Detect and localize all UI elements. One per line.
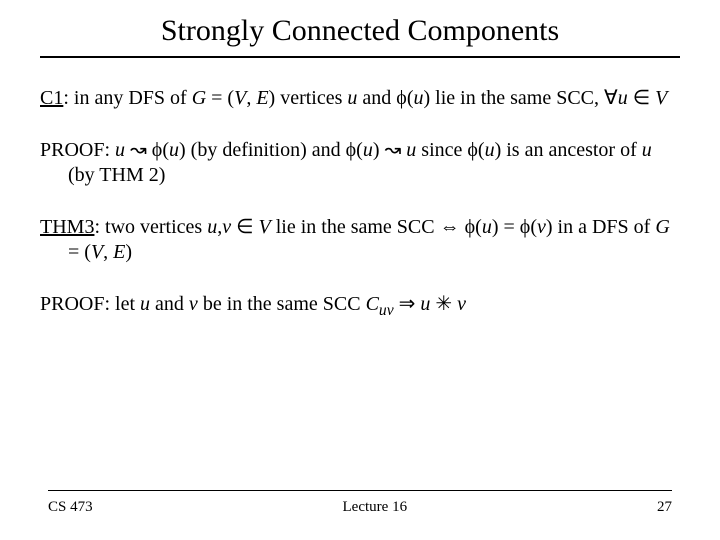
- text: and: [150, 293, 189, 315]
- text: (: [530, 216, 537, 238]
- text: PROOF:: [40, 139, 115, 161]
- in-icon: ∈: [231, 216, 258, 238]
- var-G: G: [655, 216, 669, 238]
- text: (: [475, 216, 482, 238]
- text: (: [356, 139, 363, 161]
- proof-1: PROOF: u ↝ ϕ(u) (by definition) and ϕ(u)…: [40, 138, 680, 189]
- in-icon: ∈: [628, 87, 655, 109]
- text: =: [499, 216, 520, 238]
- text: ) vertices: [269, 87, 348, 109]
- var-u: u: [413, 87, 423, 109]
- text: ) lie in the same SCC,: [423, 87, 604, 109]
- var-v: v: [222, 216, 231, 238]
- var-u: u: [347, 87, 357, 109]
- var-u: u: [115, 139, 125, 161]
- text: ): [546, 216, 553, 238]
- var-E: E: [113, 241, 125, 263]
- footer-rule: [48, 490, 672, 491]
- var-u: u: [482, 216, 492, 238]
- var-V: V: [259, 216, 271, 238]
- text: (by definition) and: [186, 139, 346, 161]
- phi-icon: ϕ: [465, 216, 476, 238]
- text: PROOF: let: [40, 293, 140, 315]
- slide: Strongly Connected Components C1: in any…: [0, 0, 720, 540]
- slide-title: Strongly Connected Components: [40, 14, 680, 56]
- var-V: V: [91, 241, 103, 263]
- var-v: v: [457, 293, 466, 315]
- text: =: [206, 87, 227, 109]
- text: ,: [103, 241, 113, 263]
- phi-icon: ϕ: [520, 216, 531, 238]
- phi-icon: ϕ: [396, 87, 407, 109]
- footer-left: CS 473: [48, 499, 93, 516]
- footer-row: CS 473 Lecture 16 27: [48, 499, 672, 516]
- text: ): [125, 241, 132, 263]
- var-u: u: [207, 216, 217, 238]
- text: ): [179, 139, 186, 161]
- var-u: u: [618, 87, 628, 109]
- var-v: v: [189, 293, 198, 315]
- var-u: u: [363, 139, 373, 161]
- text: ): [492, 216, 499, 238]
- text: (by THM 2): [68, 164, 165, 186]
- forall-icon: ∀: [604, 87, 618, 109]
- phi-icon: ϕ: [346, 139, 357, 161]
- var-v: v: [537, 216, 546, 238]
- text: ): [373, 139, 380, 161]
- text: : two vertices: [94, 216, 207, 238]
- star-icon: ✳: [430, 293, 457, 315]
- claim-c1: C1: in any DFS of G = (V, E) vertices u …: [40, 86, 680, 112]
- var-u: u: [420, 293, 430, 315]
- var-u: u: [140, 293, 150, 315]
- text: (: [162, 139, 169, 161]
- text: be in the same SCC: [198, 293, 366, 315]
- footer-right: 27: [657, 499, 672, 516]
- text: lie in the same SCC: [271, 216, 440, 238]
- slide-footer: CS 473 Lecture 16 27: [0, 490, 720, 516]
- phi-icon: ϕ: [152, 139, 163, 161]
- var-u: u: [406, 139, 416, 161]
- text: ,: [246, 87, 256, 109]
- var-u: u: [169, 139, 179, 161]
- text: : in any DFS of: [63, 87, 191, 109]
- leadsto-icon: ↝: [380, 139, 407, 161]
- var-E: E: [256, 87, 268, 109]
- implies-icon: ⇒: [394, 293, 421, 315]
- var-u: u: [642, 139, 652, 161]
- thm3-label: THM3: [40, 216, 94, 238]
- var-C: C: [366, 293, 379, 315]
- text: (: [478, 139, 485, 161]
- footer-center: Lecture 16: [343, 499, 408, 516]
- theorem-3: THM3: two vertices u, v ∈ V lie in the sa…: [40, 215, 680, 266]
- text: in a DFS of: [553, 216, 656, 238]
- text: since: [416, 139, 467, 161]
- var-u: u: [485, 139, 495, 161]
- leadsto-icon: ↝: [125, 139, 152, 161]
- proof-2: PROOF: let u and v be in the same SCC Cu…: [40, 292, 680, 321]
- text: (: [84, 241, 91, 263]
- phi-icon: ϕ: [467, 139, 478, 161]
- text: and: [357, 87, 396, 109]
- var-V: V: [655, 87, 667, 109]
- title-underline: [40, 56, 680, 58]
- var-G: G: [192, 87, 206, 109]
- text: =: [68, 241, 84, 263]
- sub-uv: uv: [379, 302, 394, 319]
- c1-label: C1: [40, 87, 63, 109]
- iff-icon: ⇔: [440, 216, 465, 238]
- var-V: V: [234, 87, 246, 109]
- text: ) is an ancestor of: [495, 139, 642, 161]
